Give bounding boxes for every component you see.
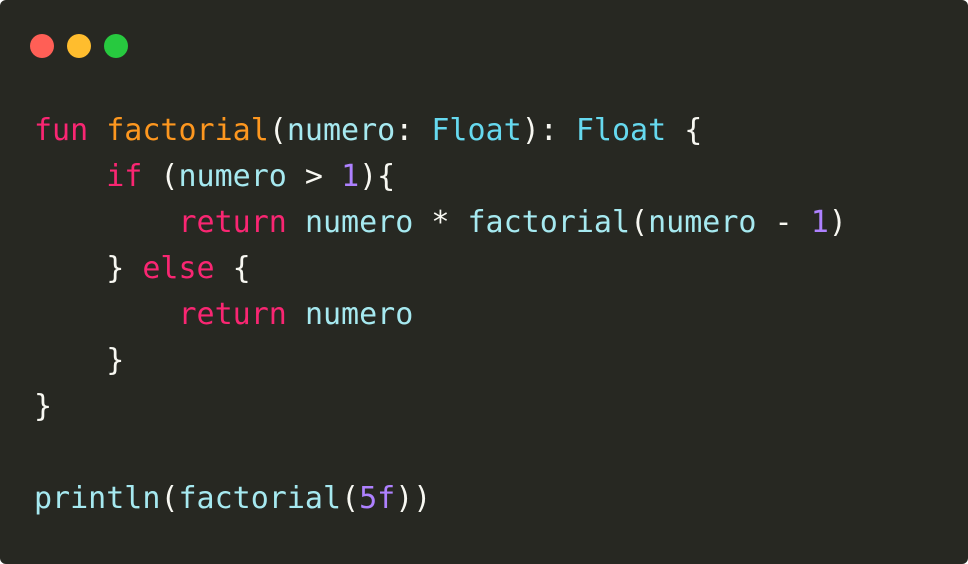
code-line: } (34, 338, 847, 384)
code-token-default (287, 297, 305, 332)
code-line: } else { (34, 246, 847, 292)
code-token-identifier: factorial (178, 481, 342, 516)
code-token-default: - (756, 205, 811, 240)
code-token-default: : (395, 113, 432, 148)
code-token-function: factorial (106, 113, 269, 148)
code-token-default: ( (341, 481, 360, 516)
code-token-default: } (34, 251, 143, 286)
code-token-type: Float (575, 113, 667, 148)
code-token-keyword: return (178, 205, 287, 240)
window-controls (30, 34, 128, 58)
code-token-default: { (666, 113, 703, 148)
code-token-default: } (34, 389, 53, 424)
code-token-default (88, 113, 106, 148)
code-line: return numero (34, 292, 847, 338)
code-token-identifier: factorial (467, 205, 631, 240)
code-token-identifier: numero (178, 159, 287, 194)
code-token-default: } (34, 343, 125, 378)
code-token-keyword: if (106, 159, 143, 194)
code-token-number: 1 (341, 159, 360, 194)
code-token-default: * (413, 205, 468, 240)
code-line: println(factorial(5f)) (34, 476, 847, 522)
code-token-default: ( (268, 113, 287, 148)
minimize-button[interactable] (67, 34, 91, 58)
code-token-default: { (214, 251, 251, 286)
code-token-default: ){ (359, 159, 396, 194)
close-button[interactable] (30, 34, 54, 58)
code-token-default (287, 205, 305, 240)
code-token-number: 1 (810, 205, 829, 240)
code-token-identifier: numero (286, 113, 396, 148)
code-token-default (34, 159, 106, 194)
code-token-default: ): (521, 113, 576, 148)
code-token-identifier: numero (304, 297, 414, 332)
code-token-number: 5f (359, 481, 396, 516)
code-token-default: > (286, 159, 342, 194)
code-token-keyword: return (178, 297, 287, 332)
code-token-identifier: numero (304, 205, 414, 240)
maximize-button[interactable] (104, 34, 128, 58)
code-line: } (34, 384, 847, 430)
code-token-default: ( (630, 205, 649, 240)
code-window: fun factorial(numero: Float): Float { if… (0, 0, 968, 564)
code-token-default (34, 205, 179, 240)
code-token-keyword: else (142, 251, 215, 286)
code-token-default: ) (828, 205, 847, 240)
code-token-default (34, 297, 179, 332)
code-block: fun factorial(numero: Float): Float { if… (34, 108, 847, 522)
code-token-type: Float (431, 113, 522, 148)
code-line: fun factorial(numero: Float): Float { (34, 108, 847, 154)
code-token-identifier: println (34, 481, 161, 516)
code-line: if (numero > 1){ (34, 154, 847, 200)
code-token-default: ( (160, 481, 179, 516)
code-token-keyword: fun (34, 113, 89, 148)
code-token-default: ( (142, 159, 179, 194)
code-token-default: )) (395, 481, 432, 516)
code-token-identifier: numero (648, 205, 757, 240)
code-line: return numero * factorial(numero - 1) (34, 200, 847, 246)
